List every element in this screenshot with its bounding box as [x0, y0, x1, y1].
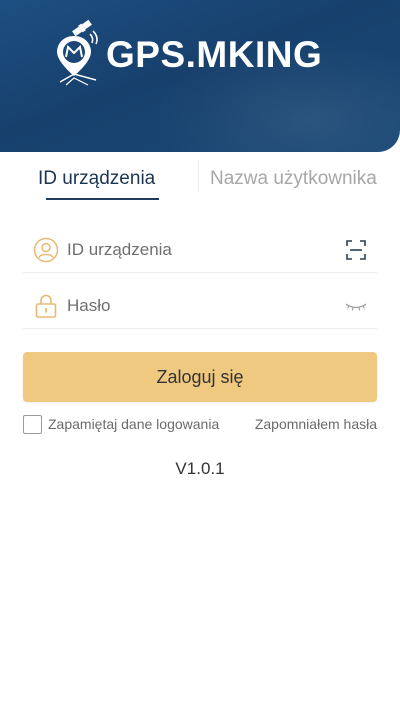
brand-logo: GPS.MKING	[52, 14, 352, 86]
password-field	[23, 283, 377, 329]
brand-name: GPS.MKING	[106, 34, 323, 75]
remember-login-option[interactable]: Zapamiętaj dane logowania	[23, 413, 219, 435]
app-header: GPS.MKING	[0, 0, 400, 152]
remember-label: Zapamiętaj dane logowania	[48, 416, 220, 432]
lock-icon	[35, 294, 57, 318]
forgot-password-link[interactable]: Zapomniałem hasła	[255, 416, 377, 432]
password-input[interactable]	[67, 295, 345, 316]
satellite-pin-logo-icon	[57, 19, 98, 86]
eye-closed-icon[interactable]	[345, 295, 367, 317]
device-id-field	[23, 227, 377, 273]
tab-device-id[interactable]: ID urządzenia	[38, 168, 159, 200]
app-version: V1.0.1	[175, 459, 225, 478]
login-button[interactable]: Zaloguj się	[23, 352, 377, 402]
tab-label: ID urządzenia	[38, 168, 156, 189]
remember-checkbox[interactable]	[23, 414, 42, 434]
active-tab-indicator	[46, 198, 159, 200]
scan-icon[interactable]	[345, 239, 367, 261]
tab-username[interactable]: Nazwa użytkownika	[210, 168, 377, 198]
login-mode-tabs: ID urządzenia Nazwa użytkownika	[0, 152, 400, 202]
user-icon	[33, 237, 59, 262]
tab-label: Nazwa użytkownika	[210, 168, 377, 189]
device-id-input[interactable]	[67, 239, 345, 260]
tab-divider	[198, 160, 199, 192]
